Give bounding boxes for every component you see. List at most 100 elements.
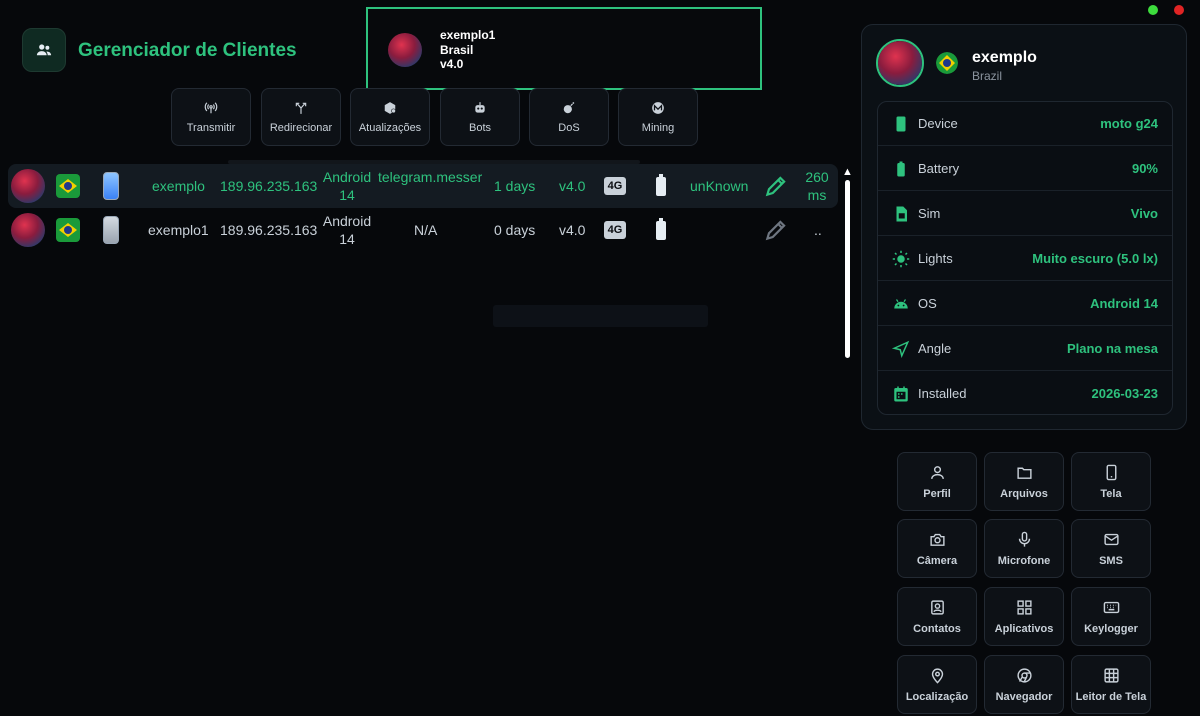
users-icon — [22, 28, 66, 72]
info-label: Sim — [918, 206, 941, 221]
client-avatar — [388, 33, 422, 67]
folder-icon — [1016, 467, 1032, 479]
scrollbar[interactable] — [845, 180, 850, 358]
info-label: Angle — [918, 341, 952, 356]
navegador-button[interactable]: Navegador — [984, 655, 1064, 714]
notification-name: exemplo1 — [440, 28, 496, 42]
new-client-notification[interactable]: exemplo1 Brasil v4.0 — [366, 7, 762, 90]
tool-label: Transmitir — [186, 121, 236, 134]
mail-icon — [1103, 533, 1119, 545]
client-age: 0 days — [494, 222, 536, 238]
client-version: v4.0 — [559, 222, 586, 238]
client-details-card: exemplo Brazil Device moto g24 Battery 9… — [861, 24, 1187, 430]
map-pin-icon — [931, 667, 943, 684]
info-value: 2026-03-23 — [1091, 386, 1159, 401]
camera-button[interactable]: Câmera — [897, 519, 977, 578]
arquivos-button[interactable]: Arquivos — [984, 452, 1064, 511]
aplicativos-button[interactable]: Aplicativos — [984, 587, 1064, 646]
brazil-flag-icon — [56, 164, 80, 208]
atualizacoes-button[interactable]: Atualizações — [350, 88, 430, 146]
contatos-button[interactable]: Contatos — [897, 587, 977, 646]
brazil-flag-icon — [936, 52, 958, 74]
client-name: exemplo — [152, 178, 205, 194]
client-status: unKnown — [690, 178, 749, 194]
info-label: OS — [918, 296, 937, 311]
client-ping: 260 ms — [798, 164, 836, 208]
brazil-flag-icon — [56, 208, 80, 252]
info-row-battery: Battery 90% — [878, 147, 1172, 191]
leitor-de-tela-button[interactable]: Leitor de Tela — [1071, 655, 1151, 714]
sms-button[interactable]: SMS — [1071, 519, 1151, 578]
tool-label: Redirecionar — [269, 121, 333, 134]
device-info-list: Device moto g24 Battery 90% Sim Vivo Lig… — [877, 101, 1173, 415]
maximize-dot[interactable] — [1148, 5, 1158, 15]
scroll-up-arrow[interactable]: ▲ — [842, 166, 853, 178]
table-row[interactable]: exemplo1 189.96.235.163 Android 14 N/A 0… — [8, 208, 838, 252]
broadcast-icon — [204, 101, 218, 113]
microphone-icon — [1018, 531, 1030, 547]
network-4g-icon: 4G — [604, 164, 626, 208]
info-value: 90% — [1131, 161, 1158, 176]
tool-label: Bots — [468, 121, 491, 134]
perfil-button[interactable]: Perfil — [897, 452, 977, 511]
network-4g-icon: 4G — [604, 208, 626, 252]
bots-button[interactable]: Bots — [440, 88, 520, 146]
user-icon — [930, 465, 944, 479]
profile-country: Brazil — [972, 69, 1003, 83]
split-arrows-icon — [295, 102, 307, 114]
angle-icon — [892, 340, 910, 358]
camera-icon — [929, 533, 945, 546]
contacts-icon — [930, 599, 944, 615]
tool-label: Mining — [641, 121, 675, 134]
info-label: Device — [918, 116, 958, 131]
calendar-icon — [894, 386, 908, 402]
info-row-os: OS Android 14 — [878, 282, 1172, 326]
notification-country: Brasil — [440, 42, 474, 57]
transmitir-button[interactable]: Transmitir — [171, 88, 251, 146]
phone-screen-icon — [1106, 464, 1116, 480]
client-avatar — [11, 208, 45, 252]
sim-icon — [896, 206, 907, 222]
client-os: Android 14 — [322, 208, 372, 252]
tool-label: DoS — [558, 121, 580, 134]
tool-label: Atualizações — [358, 121, 422, 134]
info-row-installed: Installed 2026-03-23 — [878, 372, 1172, 416]
android-icon — [894, 299, 908, 309]
info-label: Battery — [918, 161, 960, 176]
mining-button[interactable]: Mining — [618, 88, 698, 146]
info-value: Muito escuro (5.0 lx) — [1032, 251, 1158, 266]
tela-button[interactable]: Tela — [1071, 452, 1151, 511]
close-dot[interactable] — [1174, 5, 1184, 15]
info-value: Android 14 — [1090, 296, 1158, 311]
monero-icon — [652, 101, 664, 114]
info-value: moto g24 — [1100, 116, 1158, 131]
phone-icon — [103, 164, 119, 208]
bot-icon — [475, 101, 485, 113]
microfone-button[interactable]: Microfone — [984, 519, 1064, 578]
redirecionar-button[interactable]: Redirecionar — [261, 88, 341, 146]
screen-reader-icon — [1103, 667, 1119, 683]
client-os-version: 14 — [339, 187, 355, 203]
info-row-angle: Angle Plano na mesa — [878, 327, 1172, 371]
dos-button[interactable]: DoS — [529, 88, 609, 146]
client-app: telegram.messer — [378, 169, 482, 185]
localizacao-button[interactable]: Localização — [897, 655, 977, 714]
info-row-sim: Sim Vivo — [878, 192, 1172, 236]
battery-icon — [656, 208, 666, 252]
keylogger-button[interactable]: Keylogger — [1071, 587, 1151, 646]
profile-avatar — [876, 39, 924, 87]
phone-icon — [103, 208, 119, 252]
client-avatar — [11, 164, 45, 208]
battery-icon — [656, 164, 666, 208]
client-name: exemplo1 — [148, 222, 209, 238]
info-label: Lights — [918, 251, 953, 266]
client-os-name: Android — [322, 169, 372, 185]
info-row-device: Device moto g24 — [878, 102, 1172, 146]
edit-pencil-icon[interactable] — [763, 164, 789, 208]
bomb-icon — [563, 101, 575, 113]
client-os-version: 14 — [339, 231, 355, 247]
edit-pencil-icon[interactable] — [763, 208, 789, 252]
table-row[interactable]: exemplo 189.96.235.163 Android 14 telegr… — [8, 164, 838, 208]
info-row-lights: Lights Muito escuro (5.0 lx) — [878, 237, 1172, 281]
client-ip: 189.96.235.163 — [220, 178, 318, 194]
